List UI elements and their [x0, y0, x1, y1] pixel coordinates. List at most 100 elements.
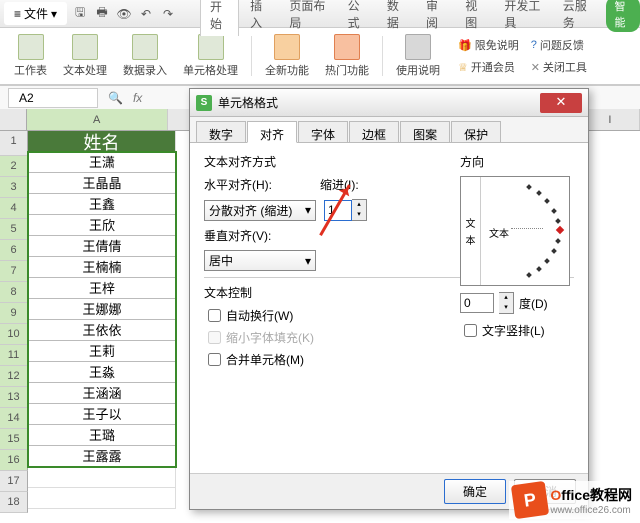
- cell[interactable]: [28, 467, 176, 488]
- dialog-body: 文本对齐方式 水平对齐(H): 缩进(I): 分散对齐 (缩进) ▾ ▴▾ 垂直…: [190, 143, 588, 473]
- row-header[interactable]: 2: [0, 156, 28, 177]
- row-header[interactable]: 10: [0, 324, 28, 345]
- merge-checkbox[interactable]: 合并单元格(M): [204, 351, 574, 368]
- spin-buttons[interactable]: ▴▾: [352, 199, 367, 221]
- row-header[interactable]: 18: [0, 492, 28, 513]
- v-align-combo[interactable]: 居中 ▾: [204, 250, 316, 271]
- orientation-preview[interactable]: 文 本 文本: [460, 176, 570, 286]
- ribbon-new[interactable]: 全新功能: [259, 32, 315, 80]
- chevron-down-icon: ▾: [305, 254, 311, 268]
- row-header[interactable]: 16: [0, 450, 28, 471]
- dialog-tabs: 数字 对齐 字体 边框 图案 保护: [190, 117, 588, 143]
- cell[interactable]: 王子以: [28, 404, 176, 425]
- col-header-a[interactable]: A: [27, 109, 168, 130]
- ribbon-hot[interactable]: 热门功能: [319, 32, 375, 80]
- fx-icon[interactable]: fx: [133, 91, 142, 105]
- tab-protect[interactable]: 保护: [451, 121, 501, 142]
- dialog-title: 单元格格式: [218, 94, 534, 111]
- ribbon-cell[interactable]: 单元格处理: [177, 32, 244, 80]
- cell[interactable]: [28, 488, 176, 509]
- tab-smart[interactable]: 智能: [606, 0, 640, 32]
- link-free-label: 限免说明: [475, 37, 519, 53]
- ok-button[interactable]: 确定: [444, 479, 506, 504]
- row-header[interactable]: 7: [0, 261, 28, 282]
- row-header[interactable]: 8: [0, 282, 28, 303]
- tab-pattern[interactable]: 图案: [400, 121, 450, 142]
- dialog-titlebar[interactable]: S 单元格格式 ✕: [190, 89, 588, 117]
- merge-label: 合并单元格(M): [226, 351, 304, 368]
- tab-view[interactable]: 视图: [456, 0, 493, 35]
- tab-formula[interactable]: 公式: [339, 0, 376, 35]
- cell[interactable]: 王潇: [28, 152, 176, 173]
- ribbon-worksheet[interactable]: 工作表: [8, 32, 53, 80]
- watermark-url: www.office26.com: [550, 505, 632, 516]
- row-header[interactable]: 17: [0, 471, 28, 492]
- watermark-brand: Office教程网: [550, 485, 632, 505]
- vertical-checkbox[interactable]: 文字竖排(L): [460, 322, 570, 339]
- orientation-handle[interactable]: [556, 226, 564, 234]
- cell[interactable]: 王晶晶: [28, 173, 176, 194]
- row-header[interactable]: 9: [0, 303, 28, 324]
- name-box[interactable]: A2: [8, 88, 98, 108]
- tab-align[interactable]: 对齐: [247, 121, 297, 143]
- link-member[interactable]: ♕开通会员: [454, 57, 523, 77]
- cell[interactable]: 王楠楠: [28, 257, 176, 278]
- ribbon-data[interactable]: 数据录入: [117, 32, 173, 80]
- ribbon-cell-label: 单元格处理: [183, 62, 238, 78]
- cell[interactable]: 王倩倩: [28, 236, 176, 257]
- cell[interactable]: 王梓: [28, 278, 176, 299]
- col-header[interactable]: I: [581, 109, 640, 130]
- wrap-input[interactable]: [208, 309, 221, 322]
- cell[interactable]: 王欣: [28, 215, 176, 236]
- link-feedback[interactable]: ?问题反馈: [527, 35, 591, 55]
- row-header[interactable]: 4: [0, 198, 28, 219]
- cell[interactable]: 王涵涵: [28, 383, 176, 404]
- select-all-corner[interactable]: [0, 109, 27, 130]
- tab-layout[interactable]: 页面布局: [280, 0, 336, 35]
- watermark-logo: P: [511, 481, 549, 519]
- link-close[interactable]: ✕关闭工具: [527, 57, 591, 77]
- cell[interactable]: 王娜娜: [28, 299, 176, 320]
- link-feedback-label: 问题反馈: [540, 37, 584, 53]
- link-free[interactable]: 🎁限免说明: [454, 35, 523, 55]
- row-header[interactable]: 1: [0, 131, 28, 156]
- row-header[interactable]: 11: [0, 345, 28, 366]
- row-header[interactable]: 3: [0, 177, 28, 198]
- orientation-arc[interactable]: 文本: [481, 177, 569, 285]
- cell[interactable]: 王莉: [28, 341, 176, 362]
- direction-label: 方向: [460, 153, 570, 170]
- row-header[interactable]: 15: [0, 429, 28, 450]
- tab-review[interactable]: 审阅: [417, 0, 454, 35]
- degree-spin[interactable]: ▴▾: [499, 292, 514, 314]
- ribbon-help[interactable]: 使用说明: [390, 32, 446, 80]
- row-header[interactable]: 14: [0, 408, 28, 429]
- cell[interactable]: 王璐: [28, 425, 176, 446]
- row-header[interactable]: 13: [0, 387, 28, 408]
- tab-font[interactable]: 字体: [298, 121, 348, 142]
- tab-number[interactable]: 数字: [196, 121, 246, 142]
- cell[interactable]: 王淼: [28, 362, 176, 383]
- degree-input[interactable]: [460, 293, 494, 313]
- tab-cloud[interactable]: 云服务: [554, 0, 601, 35]
- cell[interactable]: 王鑫: [28, 194, 176, 215]
- tab-insert[interactable]: 插入: [241, 0, 278, 35]
- tab-border[interactable]: 边框: [349, 121, 399, 142]
- find-icon[interactable]: 🔍: [108, 91, 123, 105]
- separator: [251, 36, 252, 76]
- row-header[interactable]: 6: [0, 240, 28, 261]
- row-header[interactable]: 5: [0, 219, 28, 240]
- merge-input[interactable]: [208, 353, 221, 366]
- ribbon-hot-label: 热门功能: [325, 62, 369, 78]
- ribbon-text[interactable]: 文本处理: [57, 32, 113, 80]
- cell[interactable]: 王依依: [28, 320, 176, 341]
- tab-dev[interactable]: 开发工具: [495, 0, 551, 35]
- vertical-text-preview[interactable]: 文 本: [461, 177, 481, 285]
- dialog-close-button[interactable]: ✕: [540, 93, 582, 113]
- tab-home[interactable]: 开始: [200, 0, 239, 36]
- tab-data[interactable]: 数据: [378, 0, 415, 35]
- h-align-combo[interactable]: 分散对齐 (缩进) ▾: [204, 200, 316, 221]
- row-header[interactable]: 12: [0, 366, 28, 387]
- vertical-input[interactable]: [464, 324, 477, 337]
- close-icon: ✕: [531, 61, 540, 74]
- cell[interactable]: 王露露: [28, 446, 176, 467]
